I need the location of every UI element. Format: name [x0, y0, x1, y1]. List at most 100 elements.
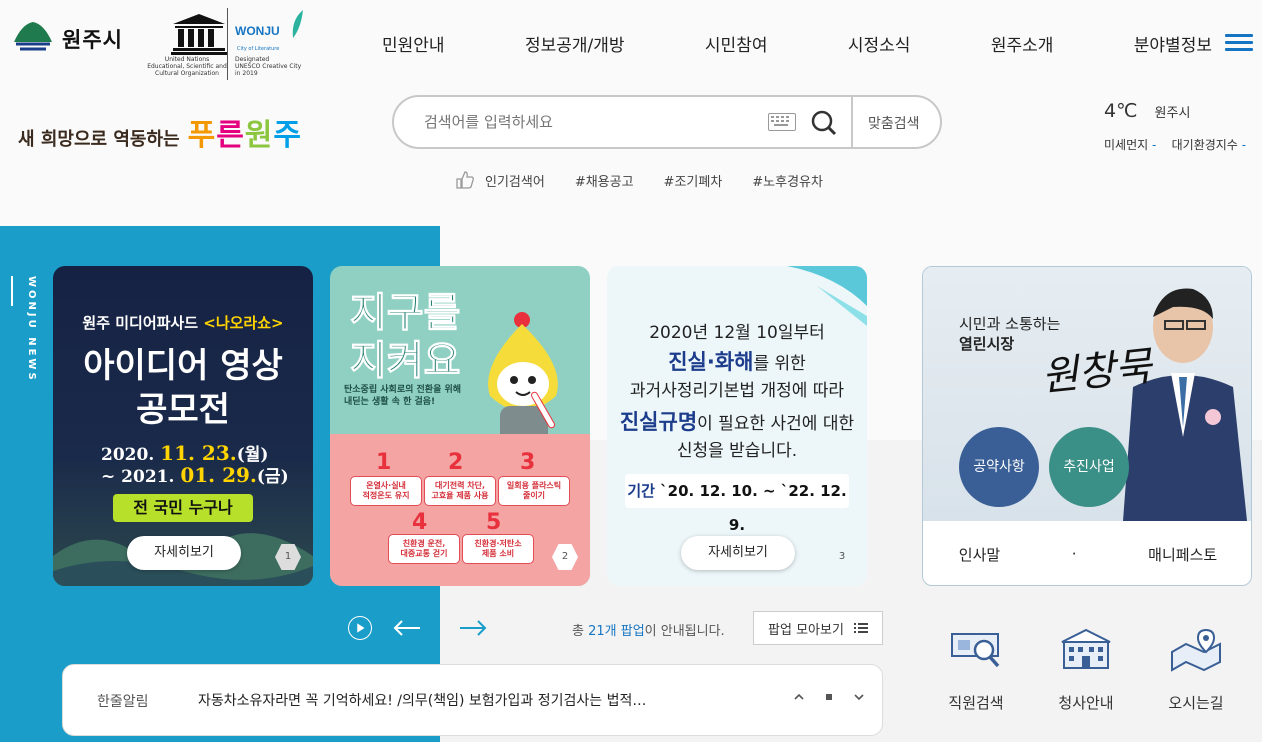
nav-item-about[interactable]: 원주소개 — [971, 31, 1074, 56]
pledge-item: 온열사·실내 적정온도 유지 — [350, 476, 422, 506]
popular-label: 인기검색어 — [485, 174, 545, 190]
search-divider — [851, 97, 853, 147]
quick-link-directions[interactable]: 오시는길 — [1156, 626, 1236, 713]
search-icon[interactable] — [810, 109, 838, 137]
mayor-links: 인사말 · 매니페스토 — [923, 521, 1251, 585]
map-pin-icon — [1171, 628, 1221, 672]
link-separator: · — [1071, 545, 1077, 563]
notice-bar: 한줄알림 자동차소유자라면 꼭 기억하세요! /의무(책임) 보험가입과 정기검… — [62, 664, 883, 736]
mayor-line2: 열린시장 — [959, 335, 1015, 353]
popup-button-label: 팝업 모아보기 — [768, 622, 844, 638]
building-icon — [1061, 628, 1111, 669]
logo-text[interactable]: 원주시 — [62, 24, 123, 54]
popular-tag[interactable]: #채용공고 — [575, 171, 634, 190]
stop-icon[interactable] — [823, 691, 835, 703]
greeting-link[interactable]: 인사말 — [959, 544, 1000, 565]
detail-button[interactable]: 자세히보기 — [681, 536, 795, 570]
card3-period: 기간 `20. 12. 10. ~ `22. 12. 9. — [625, 474, 849, 534]
card2-title-line2: 지켜요 — [349, 338, 461, 385]
dust-value: - — [1152, 138, 1157, 152]
detail-button[interactable]: 자세히보기 — [127, 536, 241, 570]
dust-label: 미세먼지 — [1104, 138, 1149, 152]
nav-item-citizen[interactable]: 시민참여 — [685, 31, 788, 56]
play-icon[interactable] — [348, 616, 372, 640]
wonju-logo-icon[interactable] — [12, 20, 54, 54]
pledge-button[interactable]: 공약사항 — [959, 427, 1039, 507]
main-nav: 민원안내 정보공개/개방 시민참여 시정소식 원주소개 분야별정보 — [362, 28, 1232, 58]
nav-item-field[interactable]: 분야별정보 — [1114, 31, 1232, 56]
card1-title-line1: 아이디어 영상 — [83, 346, 283, 386]
hamburger-menu-icon[interactable] — [1225, 34, 1253, 54]
news-label-bar — [11, 276, 13, 306]
mayor-photo: 시민과 소통하는 열린시장 원창묵 공약사항 추진사업 — [923, 267, 1251, 521]
card2-pledge-panel: 1 온열사·실내 적정온도 유지 2 대기전력 차단, 고효율 제품 사용 3 … — [330, 434, 590, 586]
card1-title-line2: 공모전 — [136, 390, 230, 430]
weather: 4℃ 원주시 — [1104, 100, 1190, 122]
pledge-item: 일회용 플라스틱 줄이기 — [498, 476, 570, 506]
slogan: 새 희망으로 역동하는 푸른원주 — [18, 110, 302, 154]
city-lit-text: City of Literature — [237, 46, 280, 52]
search-input[interactable] — [424, 109, 744, 135]
weather-city: 원주시 — [1154, 106, 1191, 121]
unesco-logo[interactable]: United Nations Educational, Scientific a… — [143, 8, 309, 80]
card1-subtitle: 원주 미디어파사드 <나오라쇼> — [82, 314, 284, 332]
quick-link-office[interactable]: 청사안내 — [1046, 626, 1126, 713]
notice-label: 한줄알림 — [97, 694, 149, 710]
list-icon — [853, 623, 868, 633]
air-quality: 미세먼지 - 대기환경지수 - — [1104, 136, 1246, 153]
notice-text[interactable]: 자동차소유자라면 꼭 기억하세요! /의무(책임) 보험가입과 정기검사는 법적… — [198, 690, 646, 710]
chevron-up-icon[interactable] — [793, 691, 805, 703]
news-card-2[interactable]: 지구를 지켜요 탄소중립 사회로의 전환을 위해 내딛는 생활 속 한 걸음! … — [330, 266, 590, 586]
feather-icon — [292, 10, 303, 38]
manifesto-link[interactable]: 매니페스토 — [1148, 544, 1217, 565]
card-decoration — [787, 266, 867, 326]
card2-sub2: 내딛는 생활 속 한 걸음! — [344, 397, 436, 407]
card1-tag: 전 국민 누구나 — [113, 494, 253, 522]
search-box: 맞춤검색 — [392, 95, 942, 149]
popular-tag[interactable]: #노후경유차 — [752, 171, 823, 190]
air-index-label: 대기환경지수 — [1171, 138, 1238, 152]
quick-link-label: 직원검색 — [948, 694, 1004, 712]
card-page-number: 3 — [838, 551, 846, 562]
popup-total: 총 21개 팝업이 안내됩니다. — [572, 624, 725, 639]
pledge-item: 친환경·저탄소 제품 소비 — [462, 534, 534, 564]
page-root: 원주시 United Nations Educational, Scientif… — [0, 0, 1262, 742]
quick-link-label: 청사안내 — [1058, 694, 1114, 712]
unesco-org-text: United Nations Educational, Scientific a… — [147, 56, 227, 77]
prev-arrow-icon[interactable] — [392, 618, 422, 638]
unesco-divider — [227, 8, 228, 80]
air-index-value: - — [1241, 138, 1247, 152]
slogan-big: 푸른원주 — [187, 118, 303, 153]
chevron-down-icon[interactable] — [853, 691, 865, 703]
card3-line2: 진실·화해를 위한 — [668, 350, 806, 374]
popup-collection-button[interactable]: 팝업 모아보기 — [753, 611, 883, 645]
card3-line5: 신청을 받습니다. — [676, 441, 798, 461]
next-arrow-icon[interactable] — [458, 618, 488, 638]
keyboard-icon[interactable] — [768, 113, 796, 131]
quick-link-staff[interactable]: 직원검색 — [936, 626, 1016, 713]
mayor-portrait — [1123, 288, 1247, 521]
news-card-3[interactable]: 2020년 12월 10일부터 진실·화해를 위한 과거사정리기본법 개정에 따… — [607, 266, 867, 586]
card3-line4: 진실규명이 필요한 사건에 대한 — [619, 410, 855, 434]
mayor-line1: 시민과 소통하는 — [959, 315, 1061, 333]
card3-line1: 2020년 12월 10일부터 — [649, 323, 825, 343]
mayor-box: 시민과 소통하는 열린시장 원창묵 공약사항 추진사업 인사말 · 매니페스토 — [922, 266, 1252, 586]
card1-date-end: ~ 2021. 01. 29.(금) — [101, 463, 289, 487]
news-vertical-label: WONJU NEWS — [26, 276, 37, 383]
custom-search-button[interactable]: 맞춤검색 — [868, 113, 920, 133]
slogan-small: 새 희망으로 역동하는 — [18, 129, 180, 150]
pledge-item: 친환경 운전, 대중교통 걷기 — [388, 534, 460, 564]
temperature: 4℃ — [1104, 100, 1138, 122]
card3-line3: 과거사정리기본법 개정에 따라 — [629, 381, 845, 401]
project-button[interactable]: 추진사업 — [1049, 427, 1129, 507]
popular-keywords: 인기검색어 #채용공고 #조기폐차 #노후경유차 — [455, 170, 823, 190]
popular-tag[interactable]: #조기폐차 — [664, 171, 723, 190]
news-card-1[interactable]: 원주 미디어파사드 <나오라쇼> 아이디어 영상 공모전 2020. 11. 2… — [53, 266, 313, 586]
nav-item-info[interactable]: 정보공개/개방 — [505, 31, 645, 56]
designated-text: Designated UNESCO Creative City in 2019 — [235, 56, 302, 77]
mayor-signature: 원창묵 — [1039, 343, 1154, 401]
nav-item-news[interactable]: 시정소식 — [828, 31, 931, 56]
nav-item-civil[interactable]: 민원안내 — [362, 31, 465, 56]
staff-search-icon — [951, 633, 1000, 668]
mascot-image — [488, 312, 558, 446]
